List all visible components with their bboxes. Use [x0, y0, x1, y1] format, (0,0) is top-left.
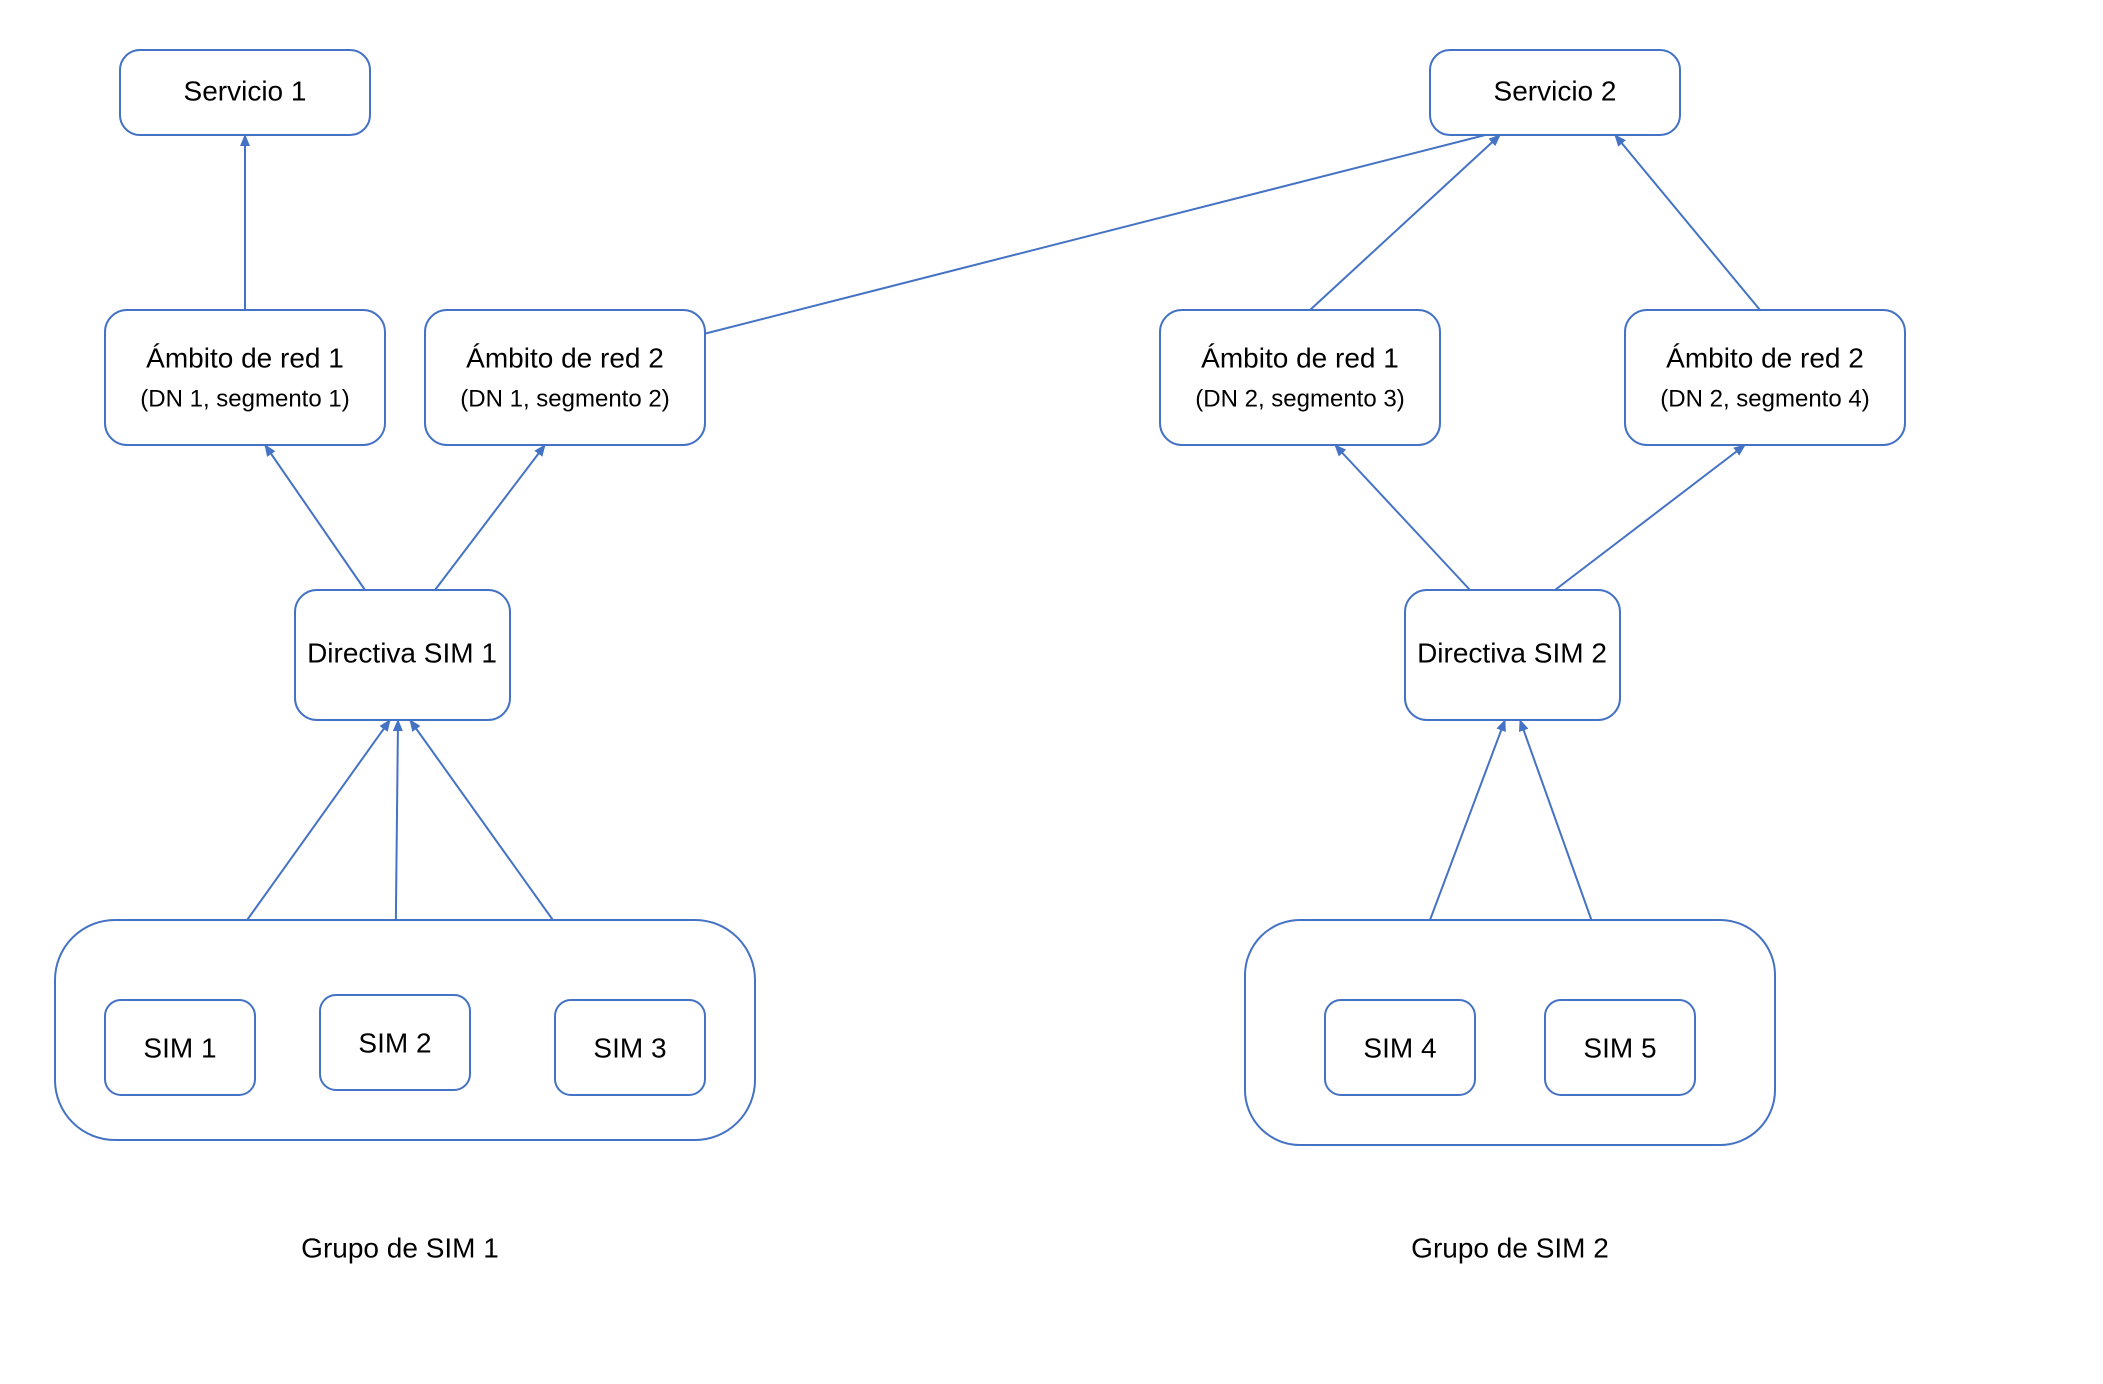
sim-group-1-label: Grupo de SIM 1: [301, 1232, 499, 1263]
sim-2-label: SIM 2: [358, 1027, 431, 1058]
sim-3-label: SIM 3: [593, 1032, 666, 1063]
policy-2-label: Directiva SIM 2: [1417, 637, 1607, 668]
edge-scope22-service2: [1615, 135, 1760, 310]
scope-2-2-sub: (DN 2, segmento 4): [1660, 385, 1869, 412]
scope-2-1-sub: (DN 2, segmento 3): [1195, 385, 1404, 412]
sim-5-node: SIM 5: [1545, 1000, 1695, 1095]
scope-1-2-title: Ámbito de red 2: [466, 342, 664, 373]
scope-1-2-sub: (DN 1, segmento 2): [460, 385, 669, 412]
policy-1-label: Directiva SIM 1: [307, 637, 497, 668]
scope-1-1-sub: (DN 1, segmento 1): [140, 385, 349, 412]
edge-scope12-service2: [680, 130, 1505, 340]
sim-group-2-label: Grupo de SIM 2: [1411, 1232, 1609, 1263]
policy-2-node: Directiva SIM 2: [1405, 590, 1620, 720]
edge-policy2-scope22: [1555, 445, 1745, 590]
edge-policy1-scope12: [435, 445, 545, 590]
service-2-label: Servicio 2: [1494, 75, 1617, 106]
service-1-node: Servicio 1: [120, 50, 370, 135]
sim-4-label: SIM 4: [1363, 1032, 1436, 1063]
sim-5-label: SIM 5: [1583, 1032, 1656, 1063]
edge-scope21-service2: [1310, 135, 1500, 310]
diagram-canvas: Servicio 1 Servicio 2 Ámbito de red 1 (D…: [0, 0, 2103, 1384]
sim-1-label: SIM 1: [143, 1032, 216, 1063]
edge-policy1-scope11: [265, 445, 365, 590]
scope-1-1-title: Ámbito de red 1: [146, 342, 344, 373]
policy-1-node: Directiva SIM 1: [295, 590, 510, 720]
sim-2-node: SIM 2: [320, 995, 470, 1090]
scope-2-2-node: Ámbito de red 2 (DN 2, segmento 4): [1625, 310, 1905, 445]
scope-2-1-node: Ámbito de red 1 (DN 2, segmento 3): [1160, 310, 1440, 445]
sim-3-node: SIM 3: [555, 1000, 705, 1095]
service-2-node: Servicio 2: [1430, 50, 1680, 135]
service-1-label: Servicio 1: [184, 75, 307, 106]
edge-policy2-scope21: [1335, 445, 1470, 590]
scope-1-2-node: Ámbito de red 2 (DN 1, segmento 2): [425, 310, 705, 445]
sim-1-node: SIM 1: [105, 1000, 255, 1095]
sim-4-node: SIM 4: [1325, 1000, 1475, 1095]
scope-1-1-node: Ámbito de red 1 (DN 1, segmento 1): [105, 310, 385, 445]
scope-2-1-title: Ámbito de red 1: [1201, 342, 1399, 373]
scope-2-2-title: Ámbito de red 2: [1666, 342, 1864, 373]
